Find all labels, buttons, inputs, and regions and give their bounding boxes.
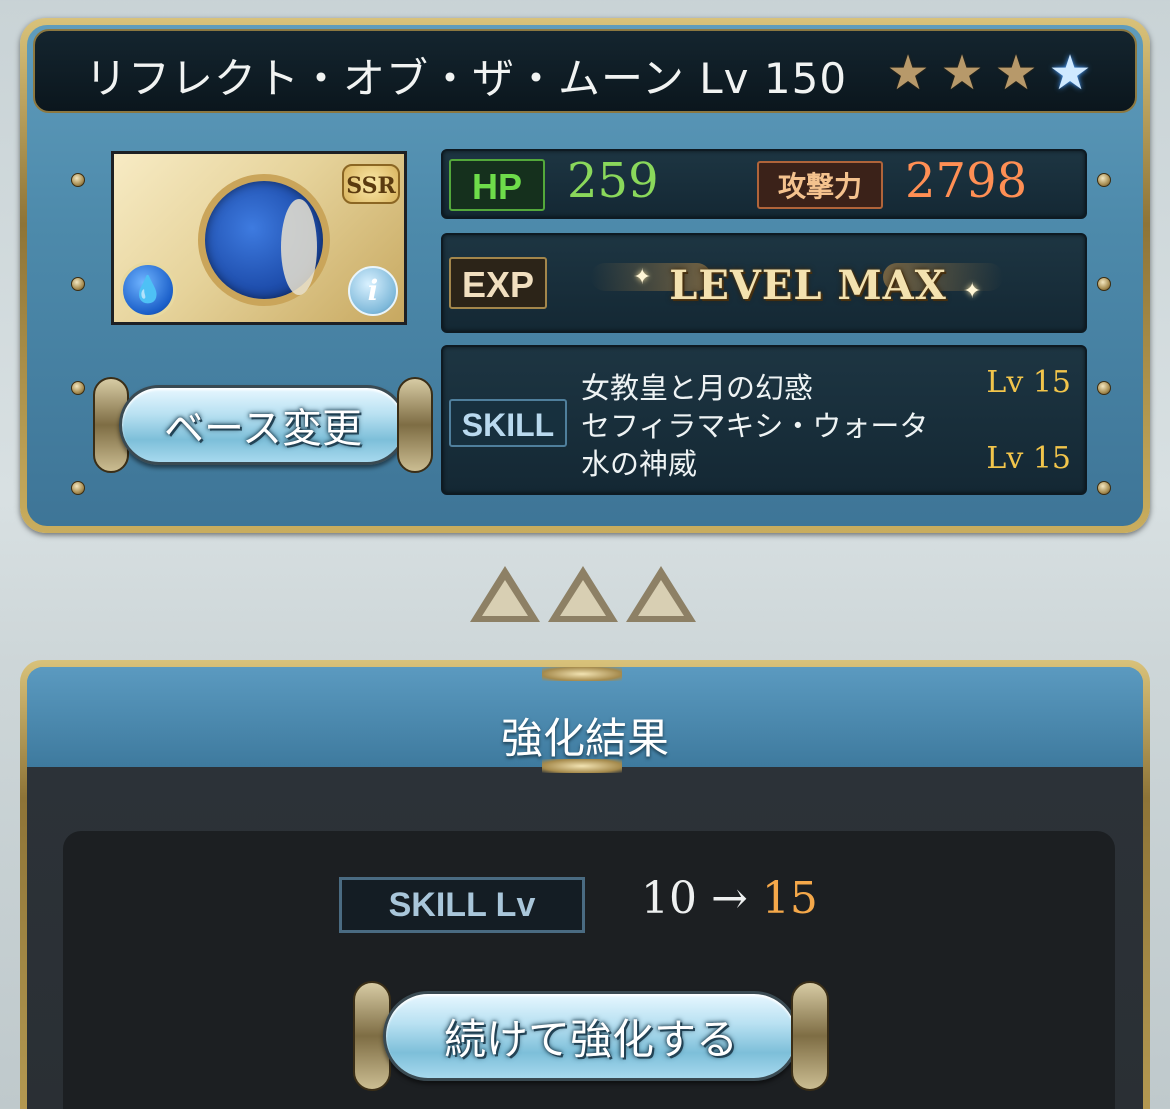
rivet-icon: [71, 481, 85, 495]
exp-label: EXP: [449, 257, 547, 309]
skill-row[interactable]: 水の神威 Lv 15: [581, 441, 1071, 481]
skill-panel: SKILL 女教皇と月の幻惑 Lv 15 セフィラマキシ・ウォータ 水の神威 L…: [441, 345, 1087, 495]
weapon-card: リフレクト・オブ・ザ・ムーン Lv 150 ★ ★ ★ ★ SSR 💧 i ベー…: [20, 18, 1150, 533]
continue-enhance-button[interactable]: 続けて強化する: [353, 981, 829, 1091]
continue-enhance-label[interactable]: 続けて強化する: [383, 991, 799, 1081]
skill-label: SKILL: [449, 399, 567, 447]
gold-star-icon: ★: [994, 45, 1038, 101]
level-max-banner: LEVEL MAX: [669, 261, 947, 309]
skill-row[interactable]: 女教皇と月の幻惑 Lv 15: [581, 365, 1071, 405]
weapon-title: リフレクト・オブ・ザ・ムーン Lv 150: [85, 45, 847, 106]
change-base-label[interactable]: ベース変更: [119, 385, 407, 465]
skill-row[interactable]: セフィラマキシ・ウォータ: [581, 403, 1071, 443]
rivet-icon: [1097, 173, 1111, 187]
skill-lv-label: SKILL Lv: [339, 877, 585, 933]
hp-label: HP: [449, 159, 545, 211]
exp-panel: EXP LEVEL MAX ✦ ✦: [441, 233, 1087, 333]
rivet-icon: [71, 173, 85, 187]
skill-level-to: 15: [761, 873, 818, 924]
weapon-level: Lv 150: [699, 54, 848, 103]
gold-star-icon: ★: [886, 45, 930, 101]
rivet-icon: [1097, 277, 1111, 291]
skill-level: Lv 15: [986, 441, 1071, 476]
scroll-ornament-right-icon: [397, 377, 433, 473]
result-header: 強化結果: [27, 667, 1143, 773]
rivet-icon: [71, 277, 85, 291]
gold-star-icon: ★: [940, 45, 984, 101]
rivet-icon: [71, 381, 85, 395]
result-content: SKILL Lv 10 → 15 続けて強化する: [63, 831, 1115, 1109]
arrow-right-icon: →: [711, 873, 748, 924]
moon-weapon-image: [198, 174, 330, 306]
rivet-icon: [1097, 481, 1111, 495]
ornament-icon: [542, 667, 622, 681]
attack-value: 2798: [905, 153, 1028, 209]
weapon-card-body: リフレクト・オブ・ザ・ムーン Lv 150 ★ ★ ★ ★ SSR 💧 i ベー…: [27, 25, 1143, 526]
sparkle-icon: ✦: [963, 279, 982, 304]
progress-arrows: [470, 566, 696, 626]
water-element-icon: 💧: [120, 262, 176, 318]
hp-attack-panel: HP 259 攻撃力 2798: [441, 149, 1087, 219]
scroll-ornament-right-icon: [791, 981, 829, 1091]
weapon-name: リフレクト・オブ・ザ・ムーン: [85, 54, 685, 103]
result-panel: 強化結果 SKILL Lv 10 → 15 続けて強化する: [20, 660, 1150, 1109]
skill-list: 女教皇と月の幻惑 Lv 15 セフィラマキシ・ウォータ 水の神威 Lv 15: [581, 365, 1071, 481]
ornament-icon: [542, 759, 622, 773]
result-title: 強化結果: [500, 714, 669, 763]
rarity-badge: SSR: [342, 164, 400, 204]
sparkle-icon: ✦: [633, 265, 652, 290]
skill-name: セフィラマキシ・ウォータ: [581, 409, 929, 443]
uncap-stars: ★ ★ ★ ★: [883, 49, 1095, 97]
skill-level-change: 10 → 15: [641, 873, 818, 924]
skill-name: 水の神威: [581, 447, 698, 481]
hp-value: 259: [567, 153, 659, 209]
skill-level-from: 10: [641, 873, 697, 924]
info-icon[interactable]: i: [348, 266, 398, 316]
skill-name: 女教皇と月の幻惑: [581, 371, 814, 405]
result-panel-body: 強化結果 SKILL Lv 10 → 15 続けて強化する: [27, 667, 1143, 1109]
skill-level: Lv 15: [986, 365, 1071, 400]
blue-star-icon: ★: [1048, 45, 1092, 101]
weapon-thumbnail[interactable]: SSR 💧 i: [111, 151, 407, 325]
pyramid-arrow-icon: [626, 566, 696, 626]
rivet-icon: [1097, 381, 1111, 395]
change-base-button[interactable]: ベース変更: [93, 377, 433, 473]
pyramid-arrow-icon: [548, 566, 618, 626]
weapon-title-bar: リフレクト・オブ・ザ・ムーン Lv 150 ★ ★ ★ ★: [33, 29, 1137, 113]
pyramid-arrow-icon: [470, 566, 540, 626]
attack-label: 攻撃力: [757, 161, 883, 209]
